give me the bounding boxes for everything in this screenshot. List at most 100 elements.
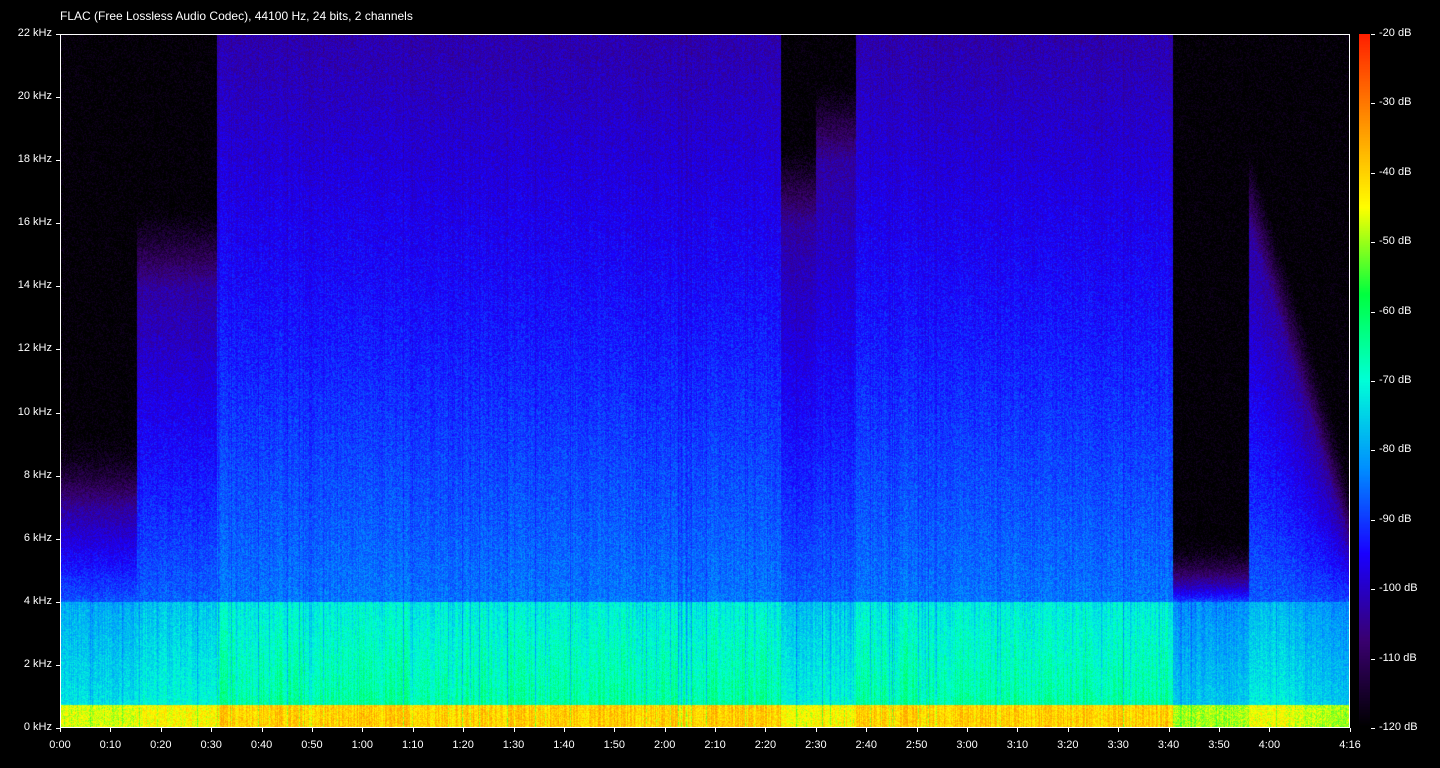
x-tick-mark [1269,728,1270,732]
colorbar-tick-label: -110 dB [1379,651,1417,664]
x-tick-label: 2:00 [653,739,676,751]
y-tick-mark [56,286,60,287]
y-tick-mark [56,349,60,350]
x-tick-mark [312,728,313,732]
x-tick-label: 2:30 [805,739,827,751]
x-tick-label: 0:40 [250,739,273,751]
colorbar-tick-mark [1371,103,1375,104]
x-tick-mark [1017,728,1018,732]
x-tick-mark [816,728,817,732]
colorbar-tick-label: -100 dB [1379,582,1418,595]
colorbar-tick-mark [1371,312,1375,313]
y-tick-mark [56,223,60,224]
x-tick-mark [262,728,263,732]
y-tick-label: 12 kHz [17,342,52,355]
x-tick-label: 2:20 [754,739,777,751]
x-tick-mark [60,728,61,732]
file-info-title: FLAC (Free Lossless Audio Codec), 44100 … [60,9,413,23]
y-tick-mark [56,476,60,477]
x-tick-mark [1169,728,1170,732]
x-tick-mark [665,728,666,732]
y-tick-label: 0 kHz [23,721,52,733]
x-tick-label: 3:30 [1107,739,1129,751]
colorbar-tick-mark [1371,242,1375,243]
x-tick-mark [1350,728,1351,732]
colorbar-tick-label: -40 dB [1379,165,1412,178]
y-tick-label: 20 kHz [17,90,52,103]
x-tick-label: 2:10 [704,739,726,751]
x-tick-label: 3:10 [1006,739,1029,751]
x-tick-mark [1219,728,1220,732]
x-tick-label: 3:40 [1157,739,1180,751]
x-tick-label: 4:16 [1339,739,1361,751]
x-tick-mark [110,728,111,732]
x-tick-label: 1:50 [603,739,626,751]
colorbar-tick-mark [1371,728,1375,729]
x-tick-label: 2:50 [905,739,928,751]
db-colorbar [1359,34,1370,728]
y-tick-mark [56,34,60,35]
colorbar-tick-mark [1371,381,1375,382]
x-tick-mark [1068,728,1069,732]
y-tick-mark [56,413,60,414]
x-tick-mark [413,728,414,732]
x-tick-label: 1:20 [452,739,474,751]
x-tick-mark [765,728,766,732]
x-tick-label: 3:50 [1208,739,1230,751]
y-tick-label: 6 kHz [23,531,52,544]
x-tick-label: 1:30 [502,739,525,751]
colorbar-tick-label: -80 dB [1379,443,1412,456]
y-tick-mark [56,97,60,98]
x-tick-label: 0:30 [200,739,222,751]
x-tick-label: 0:00 [49,739,71,751]
y-tick-mark [56,160,60,161]
y-tick-mark [56,665,60,666]
colorbar-tick-mark [1371,520,1375,521]
y-tick-label: 8 kHz [23,468,52,481]
y-tick-label: 2 kHz [23,657,52,670]
x-tick-mark [967,728,968,732]
y-tick-label: 14 kHz [17,279,52,292]
y-tick-label: 22 kHz [17,27,52,39]
colorbar-tick-mark [1371,589,1375,590]
colorbar-tick-label: -90 dB [1379,512,1412,525]
y-tick-label: 16 kHz [17,216,52,229]
colorbar-tick-label: -20 dB [1379,27,1412,39]
x-tick-mark [917,728,918,732]
x-tick-label: 1:40 [553,739,575,751]
x-tick-label: 1:00 [351,739,374,751]
colorbar-tick-label: -30 dB [1379,96,1412,109]
x-tick-label: 0:10 [99,739,122,751]
colorbar-tick-label: -50 dB [1379,235,1412,248]
x-tick-mark [362,728,363,732]
x-tick-label: 2:40 [855,739,877,751]
x-tick-mark [564,728,565,732]
x-tick-label: 1:10 [402,739,424,751]
x-tick-label: 0:50 [301,739,323,751]
x-tick-label: 4:00 [1258,739,1281,751]
x-tick-label: 0:20 [150,739,172,751]
x-tick-label: 3:20 [1057,739,1079,751]
x-tick-mark [866,728,867,732]
x-tick-mark [463,728,464,732]
y-tick-label: 18 kHz [17,153,52,166]
x-tick-label: 3:00 [956,739,978,751]
colorbar-tick-mark [1371,659,1375,660]
spectrogram-heatmap [61,35,1349,727]
colorbar-tick-mark [1371,450,1375,451]
y-tick-mark [56,539,60,540]
colorbar-tick-mark [1371,34,1375,35]
y-tick-label: 10 kHz [17,405,52,418]
x-tick-mark [211,728,212,732]
colorbar-tick-label: -120 dB [1379,721,1418,733]
y-tick-label: 4 kHz [23,594,52,607]
y-tick-mark [56,602,60,603]
colorbar-tick-label: -70 dB [1379,374,1412,386]
x-tick-mark [1118,728,1119,732]
x-tick-mark [715,728,716,732]
spectrogram-plot[interactable] [60,34,1350,728]
x-tick-mark [161,728,162,732]
x-tick-mark [514,728,515,732]
x-tick-mark [614,728,615,732]
colorbar-tick-mark [1371,173,1375,174]
